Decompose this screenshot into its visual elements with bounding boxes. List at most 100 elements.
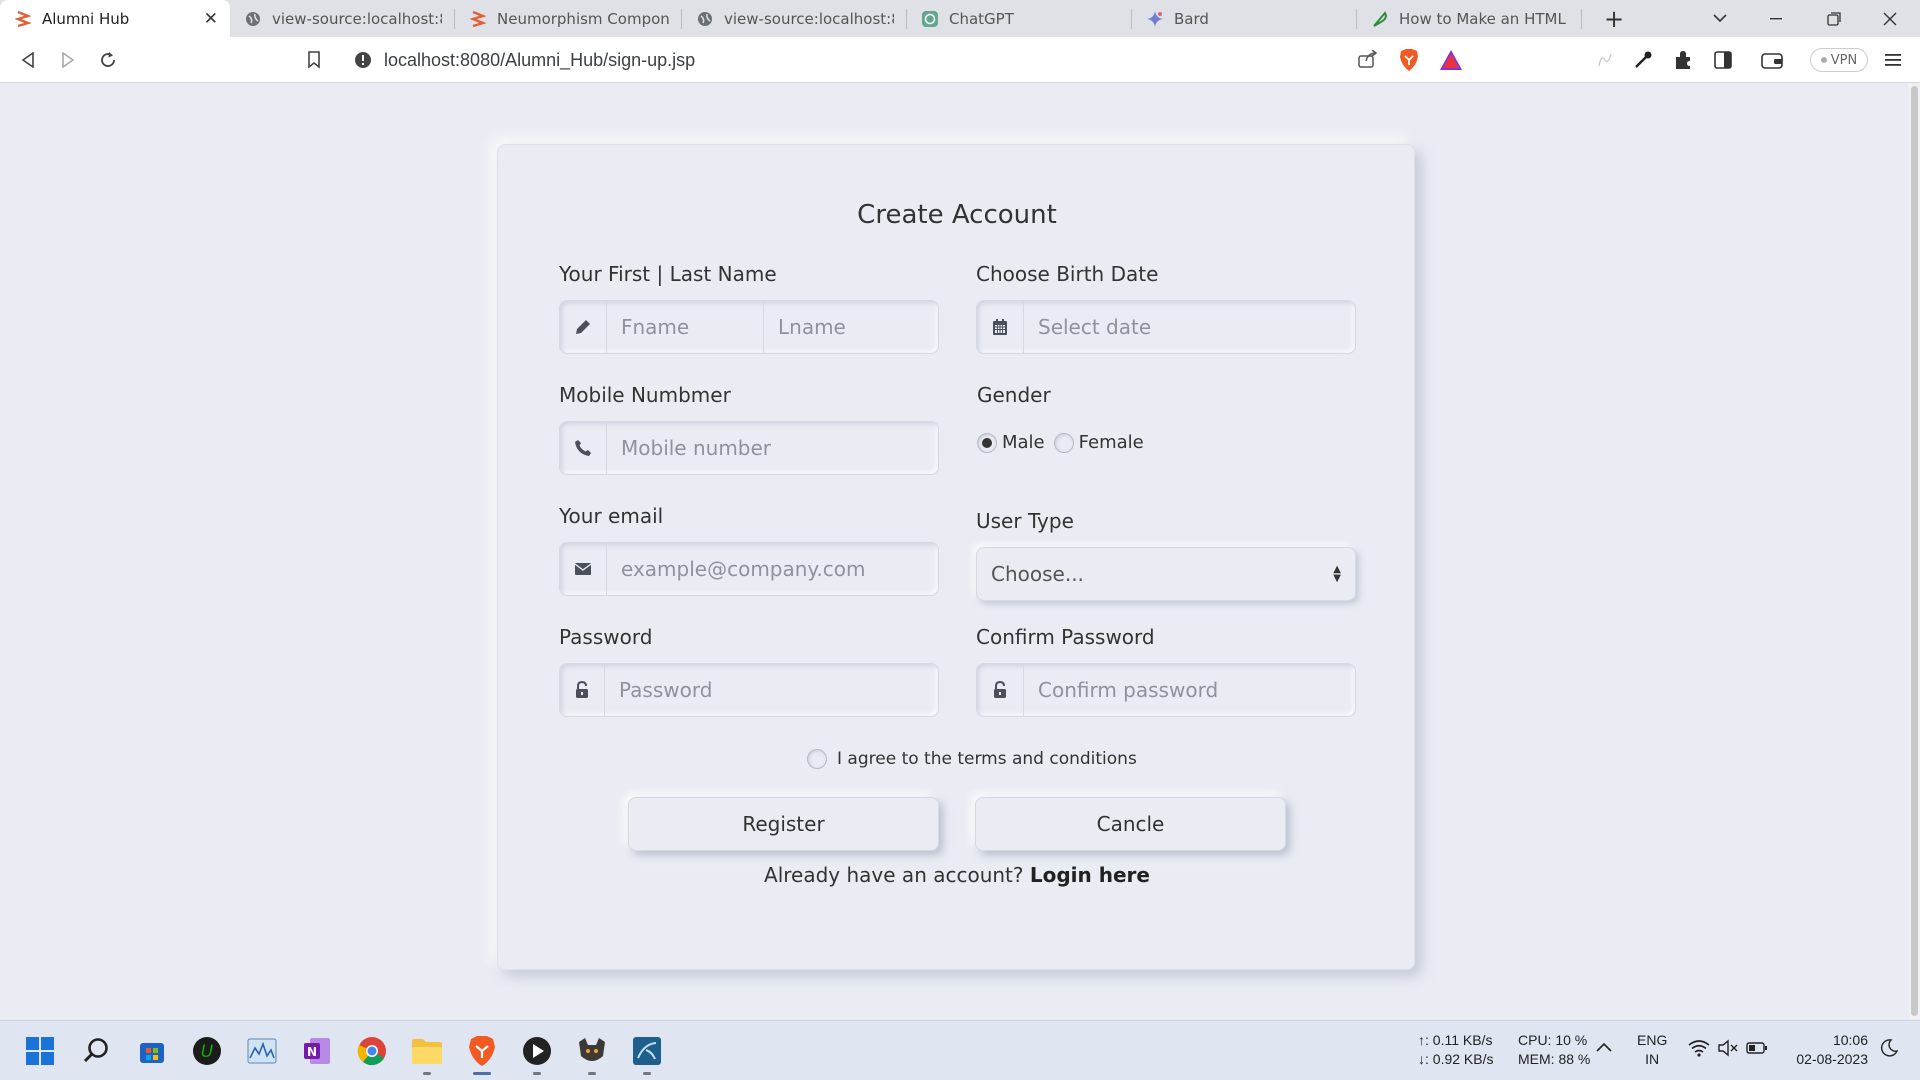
wallet-icon[interactable]: [1756, 37, 1788, 83]
minimize-icon[interactable]: [1756, 0, 1796, 37]
brave-browser-icon[interactable]: [464, 1033, 500, 1075]
register-button[interactable]: Register: [628, 797, 939, 851]
email-label: Your email: [559, 504, 664, 528]
pencil-icon: [560, 301, 607, 353]
gender-label: Gender: [977, 383, 1051, 407]
tab-search-chevron-icon[interactable]: [1700, 0, 1740, 37]
new-tab-icon[interactable]: +: [1596, 0, 1632, 37]
browser-toolbar: localhost:8080/Alumni_Hub/sign-up.jsp VP…: [0, 37, 1920, 83]
globe-icon: [244, 10, 262, 28]
onenote-icon[interactable]: N: [299, 1033, 335, 1069]
back-icon[interactable]: [12, 37, 44, 83]
close-window-icon[interactable]: [1870, 0, 1910, 37]
resource-monitor-icon[interactable]: [244, 1033, 280, 1069]
name-field-group: Fname Lname: [559, 300, 939, 354]
volume-muted-icon[interactable]: [1715, 1035, 1741, 1061]
user-type-select[interactable]: Choose... ▲ ▼: [976, 547, 1356, 601]
language-code: ENG: [1637, 1032, 1668, 1048]
tab-strip: Alumni Hub ✕ view-source:localhost:8080 …: [0, 0, 1920, 37]
birth-date-input[interactable]: Select date: [1024, 301, 1355, 353]
mobile-input[interactable]: Mobile number: [607, 422, 938, 474]
vpn-button[interactable]: VPN: [1810, 48, 1868, 72]
scrollbar-thumb[interactable]: [1911, 86, 1918, 1016]
reload-icon[interactable]: [92, 37, 124, 83]
language-indicator[interactable]: ENG IN: [1637, 1031, 1667, 1069]
bookmark-icon[interactable]: [298, 37, 330, 83]
leo-ai-icon[interactable]: [1590, 37, 1620, 83]
tab-neumorphism[interactable]: Neumorphism Components: [455, 0, 681, 37]
store-icon[interactable]: [134, 1033, 170, 1069]
gender-female-label[interactable]: Female: [1079, 432, 1144, 453]
tab-title: Neumorphism Components: [497, 9, 669, 28]
login-prompt-text: Already have an account?: [764, 863, 1024, 887]
calendar-icon: [977, 301, 1024, 353]
tab-title: ChatGPT: [949, 9, 1014, 28]
language-region: IN: [1645, 1051, 1660, 1067]
login-link[interactable]: Login here: [1030, 863, 1150, 887]
page-scrollbar[interactable]: [1909, 84, 1920, 1020]
terms-label[interactable]: I agree to the terms and conditions: [837, 749, 1137, 769]
alumni-hub-favicon: [469, 10, 487, 28]
active-app-indicator: [473, 1072, 491, 1075]
eyedropper-icon[interactable]: [1628, 37, 1658, 83]
email-input[interactable]: example@company.com: [607, 543, 938, 595]
unlock-icon: [977, 664, 1024, 716]
cancel-button[interactable]: Cancle: [975, 797, 1286, 851]
site-info-icon[interactable]: [354, 51, 372, 73]
tab-html-button[interactable]: How to Make an HTML Button: [1357, 0, 1581, 37]
network-speed: ↑: 0.11 KB/s ↓: 0.92 KB/s: [1418, 1031, 1493, 1069]
address-bar[interactable]: localhost:8080/Alumni_Hub/sign-up.jsp: [342, 43, 1474, 77]
extensions-icon[interactable]: [1668, 37, 1698, 83]
running-indicator: [533, 1072, 541, 1075]
network-upload: ↑: 0.11 KB/s: [1418, 1032, 1493, 1048]
upwork-icon[interactable]: U: [189, 1033, 225, 1069]
tab-alumni-hub[interactable]: Alumni Hub ✕: [0, 0, 230, 37]
wifi-icon[interactable]: [1686, 1035, 1712, 1061]
tab-bard[interactable]: Bard: [1132, 0, 1356, 37]
battery-icon[interactable]: [1744, 1035, 1770, 1061]
share-icon[interactable]: [1358, 49, 1378, 72]
form-title: Create Account: [857, 200, 1057, 230]
memory-usage: MEM: 88 %: [1518, 1051, 1591, 1067]
terms-checkbox[interactable]: [807, 749, 827, 769]
confirm-password-label: Confirm Password: [976, 625, 1155, 649]
menu-icon[interactable]: [1878, 37, 1908, 83]
notification-moon-icon[interactable]: [1876, 1035, 1902, 1061]
brave-rewards-icon[interactable]: [1436, 37, 1466, 83]
chatgpt-icon: [921, 10, 939, 28]
forward-icon[interactable]: [52, 37, 84, 83]
login-prompt: Already have an account? Login here: [498, 863, 1416, 887]
svg-text:U: U: [201, 1042, 214, 1062]
chrome-icon[interactable]: [354, 1033, 390, 1069]
tab-view-source-2[interactable]: view-source:localhost:8080: [682, 0, 906, 37]
name-label: Your First | Last Name: [559, 262, 777, 286]
clock-date: 02-08-2023: [1796, 1051, 1868, 1067]
gender-male-label[interactable]: Male: [1002, 432, 1045, 453]
tray-overflow-chevron-icon[interactable]: [1592, 1035, 1616, 1059]
birth-date-label: Choose Birth Date: [976, 262, 1159, 286]
windows-taskbar: U N ↑: 0.11 KB/s ↓: 0.92 KB/s CPU: 10 % …: [0, 1020, 1920, 1080]
file-explorer-icon[interactable]: [409, 1033, 445, 1075]
password-input[interactable]: Password: [605, 664, 938, 716]
close-tab-icon[interactable]: ✕: [204, 9, 218, 29]
last-name-input[interactable]: Lname: [764, 301, 938, 353]
brave-shields-icon[interactable]: [1394, 37, 1424, 83]
tab-title: Alumni Hub: [42, 9, 130, 28]
gender-male-radio[interactable]: [977, 432, 997, 453]
media-player-icon[interactable]: [519, 1033, 555, 1075]
terms-row: I agree to the terms and conditions: [807, 749, 1137, 769]
search-icon[interactable]: [78, 1033, 114, 1069]
tab-title: Bard: [1174, 9, 1209, 28]
mysql-workbench-icon[interactable]: [629, 1033, 665, 1075]
first-name-input[interactable]: Fname: [607, 301, 764, 353]
tomcat-icon[interactable]: [574, 1033, 610, 1075]
windows-start-icon[interactable]: [22, 1033, 58, 1069]
restore-icon[interactable]: [1814, 0, 1854, 37]
sidebar-icon[interactable]: [1708, 37, 1738, 83]
clock[interactable]: 10:06 02-08-2023: [1786, 1031, 1868, 1069]
phone-icon: [560, 422, 607, 474]
confirm-password-input[interactable]: Confirm password: [1024, 664, 1355, 716]
gender-female-radio[interactable]: [1053, 432, 1074, 453]
tab-chatgpt[interactable]: ChatGPT: [907, 0, 1131, 37]
tab-view-source-1[interactable]: view-source:localhost:8080: [230, 0, 454, 37]
